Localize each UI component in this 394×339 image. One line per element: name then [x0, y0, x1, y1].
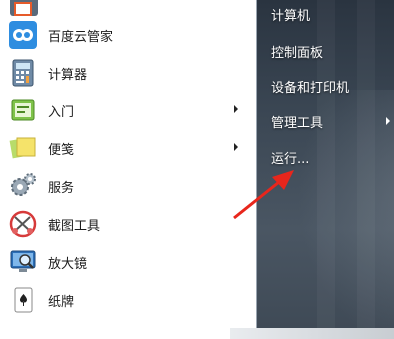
annotation-arrow-icon [233, 170, 294, 220]
right-item-label: 计算机 [271, 8, 311, 24]
baidu-cloud-icon [8, 20, 38, 50]
sticky-notes-icon [8, 133, 38, 163]
program-label: 计算器 [48, 67, 88, 83]
program-label: 纸牌 [48, 294, 75, 310]
program-item-solitaire[interactable]: 纸牌 [8, 283, 248, 317]
right-item-label: 管理工具 [271, 115, 324, 131]
right-item-computer[interactable]: 计算机 [257, 0, 394, 28]
submenu-arrow-icon [234, 143, 238, 151]
submenu-arrow-icon [234, 105, 238, 113]
solitaire-icon [8, 285, 38, 315]
program-item-baidu-cloud[interactable]: 百度云管家 [8, 18, 248, 52]
program-label: 百度云管家 [48, 29, 114, 45]
program-label: 入门 [48, 104, 75, 120]
program-label: 服务 [48, 180, 75, 196]
program-label: 放大镜 [48, 256, 88, 272]
program-item-services[interactable]: 服务 [8, 169, 248, 203]
magnifier-icon [8, 247, 38, 277]
program-item-calculator[interactable]: 计算器 [8, 56, 248, 90]
programs-pane: 百度云管家 计算器 入门 便笺 服务 截图工具 放大镜 纸牌 [0, 0, 257, 328]
program-label: 截图工具 [48, 218, 101, 234]
program-item-snipping-tool[interactable]: 截图工具 [8, 207, 248, 241]
bottom-bar [230, 328, 394, 339]
right-item-devices-printers[interactable]: 设备和打印机 [257, 72, 394, 100]
start-menu: 百度云管家 计算器 入门 便笺 服务 截图工具 放大镜 纸牌 计算机 控制面板 … [0, 0, 394, 339]
right-item-admin-tools[interactable]: 管理工具 [257, 107, 394, 135]
snipping-tool-icon [8, 209, 38, 239]
services-gear-icon [8, 171, 38, 201]
program-item-getting-started[interactable]: 入门 [8, 93, 248, 127]
program-label: 便笺 [48, 142, 75, 158]
submenu-arrow-icon [386, 117, 390, 125]
window-add-icon [14, 2, 32, 16]
calculator-icon [8, 58, 38, 88]
program-item-magnifier[interactable]: 放大镜 [8, 245, 248, 279]
partial-top-item-icon [10, 0, 38, 16]
right-item-label: 控制面板 [271, 45, 324, 61]
getting-started-icon [8, 95, 38, 125]
program-item-sticky-notes[interactable]: 便笺 [8, 131, 248, 165]
right-item-label: 设备和打印机 [271, 80, 350, 96]
right-item-control-panel[interactable]: 控制面板 [257, 37, 394, 65]
